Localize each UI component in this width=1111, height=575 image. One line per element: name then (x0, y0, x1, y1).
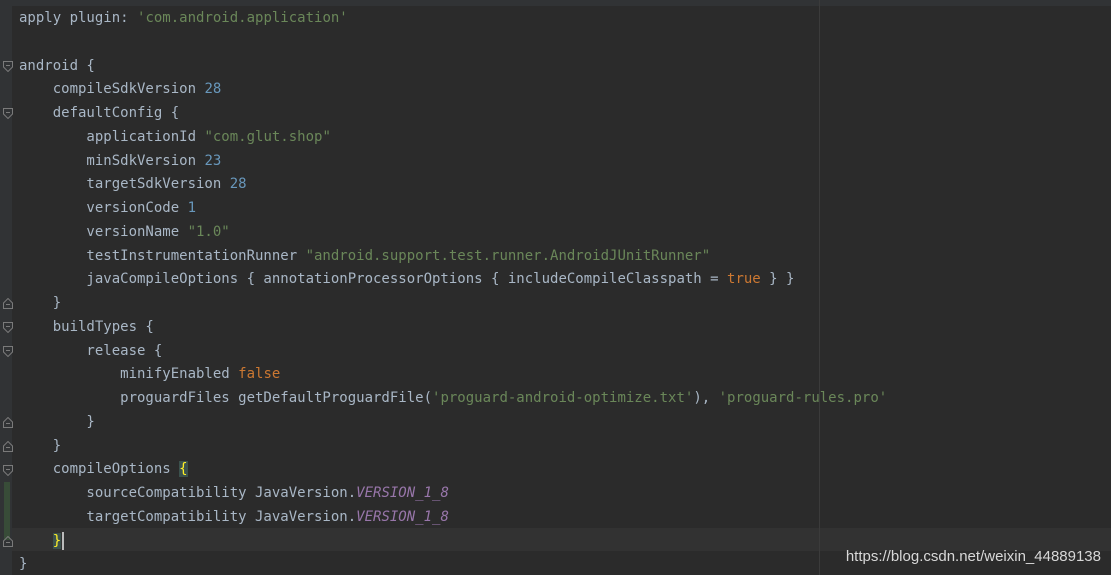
fold-open-icon[interactable] (3, 108, 13, 120)
code-line[interactable]: } (19, 411, 887, 435)
code-token: compileOptions (19, 461, 180, 478)
code-line[interactable]: compileSdkVersion 28 (19, 78, 887, 102)
fold-open-icon[interactable] (3, 345, 13, 357)
code-token: true (727, 271, 761, 288)
code-token: 28 (229, 176, 247, 193)
code-line[interactable]: versionName "1.0" (19, 221, 887, 245)
code-token: 23 (204, 152, 222, 169)
code-lines[interactable]: apply plugin: 'com.android.application' … (19, 7, 887, 575)
code-token: android { (19, 57, 95, 74)
fold-open-icon[interactable] (3, 322, 13, 334)
code-token: 'proguard-android-optimize.txt' (432, 390, 694, 406)
fold-open-icon[interactable] (3, 464, 13, 476)
code-line[interactable]: apply plugin: 'com.android.application' (19, 7, 887, 31)
code-token: minSdkVersion (19, 152, 205, 169)
code-token: testInstrumentationRunner (19, 247, 306, 264)
code-token: buildTypes { (19, 318, 154, 335)
code-line[interactable]: targetSdkVersion 28 (19, 173, 887, 197)
code-token: VERSION_1_8 (356, 508, 449, 525)
code-line[interactable]: } (19, 435, 887, 459)
code-line[interactable]: proguardFiles getDefaultProguardFile('pr… (19, 387, 887, 411)
editor-top-strip (0, 0, 1111, 6)
code-token: "1.0" (187, 223, 230, 240)
code-line[interactable]: } (19, 553, 887, 575)
code-token: minifyEnabled (19, 366, 239, 383)
code-token: defaultConfig { (19, 105, 180, 121)
watermark: https://blog.csdn.net/weixin_44889138 (845, 548, 1101, 565)
code-token: 1 (187, 200, 197, 216)
code-token: } (19, 437, 62, 454)
code-token: proguardFiles getDefaultProguardFile( (19, 390, 433, 406)
code-line[interactable] (19, 31, 887, 55)
code-line[interactable]: minifyEnabled false (19, 363, 887, 387)
code-token: } (19, 556, 28, 573)
code-token: "android.support.test.runner.AndroidJUni… (305, 247, 711, 264)
code-line[interactable]: defaultConfig { (19, 102, 887, 126)
code-line[interactable]: } (19, 530, 887, 554)
code-token: } (52, 532, 62, 549)
code-line[interactable]: buildTypes { (19, 316, 887, 340)
code-line[interactable]: versionCode 1 (19, 197, 887, 221)
code-token: applicationId (19, 128, 205, 145)
code-line[interactable]: android { (19, 55, 887, 79)
code-token: "com.glut.shop" (204, 128, 331, 145)
code-token: apply plugin: (19, 10, 138, 26)
code-line[interactable]: minSdkVersion 23 (19, 150, 887, 174)
text-caret (62, 531, 65, 550)
code-line[interactable]: sourceCompatibility JavaVersion.VERSION_… (19, 482, 887, 506)
code-token: targetSdkVersion (19, 176, 230, 193)
code-token: VERSION_1_8 (356, 485, 449, 501)
code-token: } (19, 413, 95, 430)
vcs-change-marker (4, 482, 10, 540)
editor-gutter (0, 0, 12, 575)
code-token: ), (693, 390, 719, 406)
code-token: compileSdkVersion (19, 81, 205, 98)
code-token: sourceCompatibility JavaVersion. (19, 485, 357, 501)
code-line[interactable]: compileOptions { (19, 458, 887, 482)
code-line[interactable]: testInstrumentationRunner "android.suppo… (19, 245, 887, 269)
code-token: 'com.android.application' (137, 10, 348, 26)
code-token: release { (19, 342, 163, 359)
fold-close-icon[interactable] (3, 535, 13, 547)
fold-open-icon[interactable] (3, 60, 13, 72)
code-token: javaCompileOptions { annotationProcessor… (19, 271, 728, 288)
code-token: 28 (204, 81, 222, 98)
code-line[interactable]: targetCompatibility JavaVersion.VERSION_… (19, 506, 887, 530)
code-token: versionName (19, 223, 188, 240)
fold-close-icon[interactable] (3, 440, 13, 452)
code-token: { (179, 461, 188, 478)
code-line[interactable]: applicationId "com.glut.shop" (19, 126, 887, 150)
code-line[interactable]: } (19, 292, 887, 316)
fold-close-icon[interactable] (3, 298, 13, 310)
code-editor[interactable]: apply plugin: 'com.android.application' … (0, 0, 1111, 575)
code-line[interactable]: javaCompileOptions { annotationProcessor… (19, 268, 887, 292)
code-token: 'proguard-rules.pro' (718, 390, 888, 406)
fold-close-icon[interactable] (3, 417, 13, 429)
code-token: versionCode (19, 200, 188, 216)
code-token: targetCompatibility JavaVersion. (19, 508, 357, 525)
code-token: } } (760, 271, 795, 288)
code-line[interactable]: release { (19, 340, 887, 364)
code-token: false (238, 366, 281, 383)
code-token: } (19, 295, 62, 311)
